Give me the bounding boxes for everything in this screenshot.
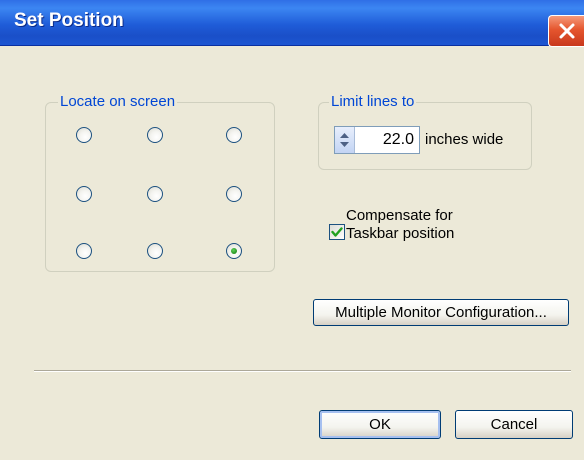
radio-top-right[interactable] <box>226 127 242 143</box>
radio-bottom-right[interactable] <box>226 243 242 259</box>
spinner-arrows-icon <box>340 133 349 147</box>
checkmark-icon <box>331 227 343 237</box>
radio-bottom-left[interactable] <box>76 243 92 259</box>
spinner-buttons[interactable] <box>335 127 355 153</box>
title-bar[interactable]: Set Position <box>0 0 584 47</box>
limit-lines-label: Limit lines to <box>329 93 417 111</box>
locate-on-screen-label: Locate on screen <box>58 93 178 111</box>
compensate-checkbox[interactable] <box>329 224 345 240</box>
ok-button[interactable]: OK <box>319 410 441 439</box>
close-button[interactable] <box>548 15 584 47</box>
radio-middle-right[interactable] <box>226 186 242 202</box>
compensate-label-line2: Taskbar position <box>346 225 455 242</box>
set-position-dialog: Set Position Locate on screen Limit line… <box>0 0 584 460</box>
line-width-value[interactable]: 22.0 <box>383 131 414 149</box>
radio-top-left[interactable] <box>76 127 92 143</box>
dialog-title: Set Position <box>14 10 124 31</box>
radio-bottom-center[interactable] <box>147 243 163 259</box>
radio-selected-dot <box>231 248 237 254</box>
inches-wide-label: inches wide <box>425 131 504 148</box>
multiple-monitor-configuration-button[interactable]: Multiple Monitor Configuration... <box>313 299 569 326</box>
separator <box>34 370 571 372</box>
cancel-button[interactable]: Cancel <box>455 410 573 439</box>
line-width-spinner[interactable]: 22.0 <box>334 126 420 154</box>
radio-top-center[interactable] <box>147 127 163 143</box>
compensate-label-line1: Compensate for <box>346 207 453 224</box>
radio-middle-left[interactable] <box>76 186 92 202</box>
radio-center[interactable] <box>147 186 163 202</box>
close-icon <box>559 23 575 39</box>
